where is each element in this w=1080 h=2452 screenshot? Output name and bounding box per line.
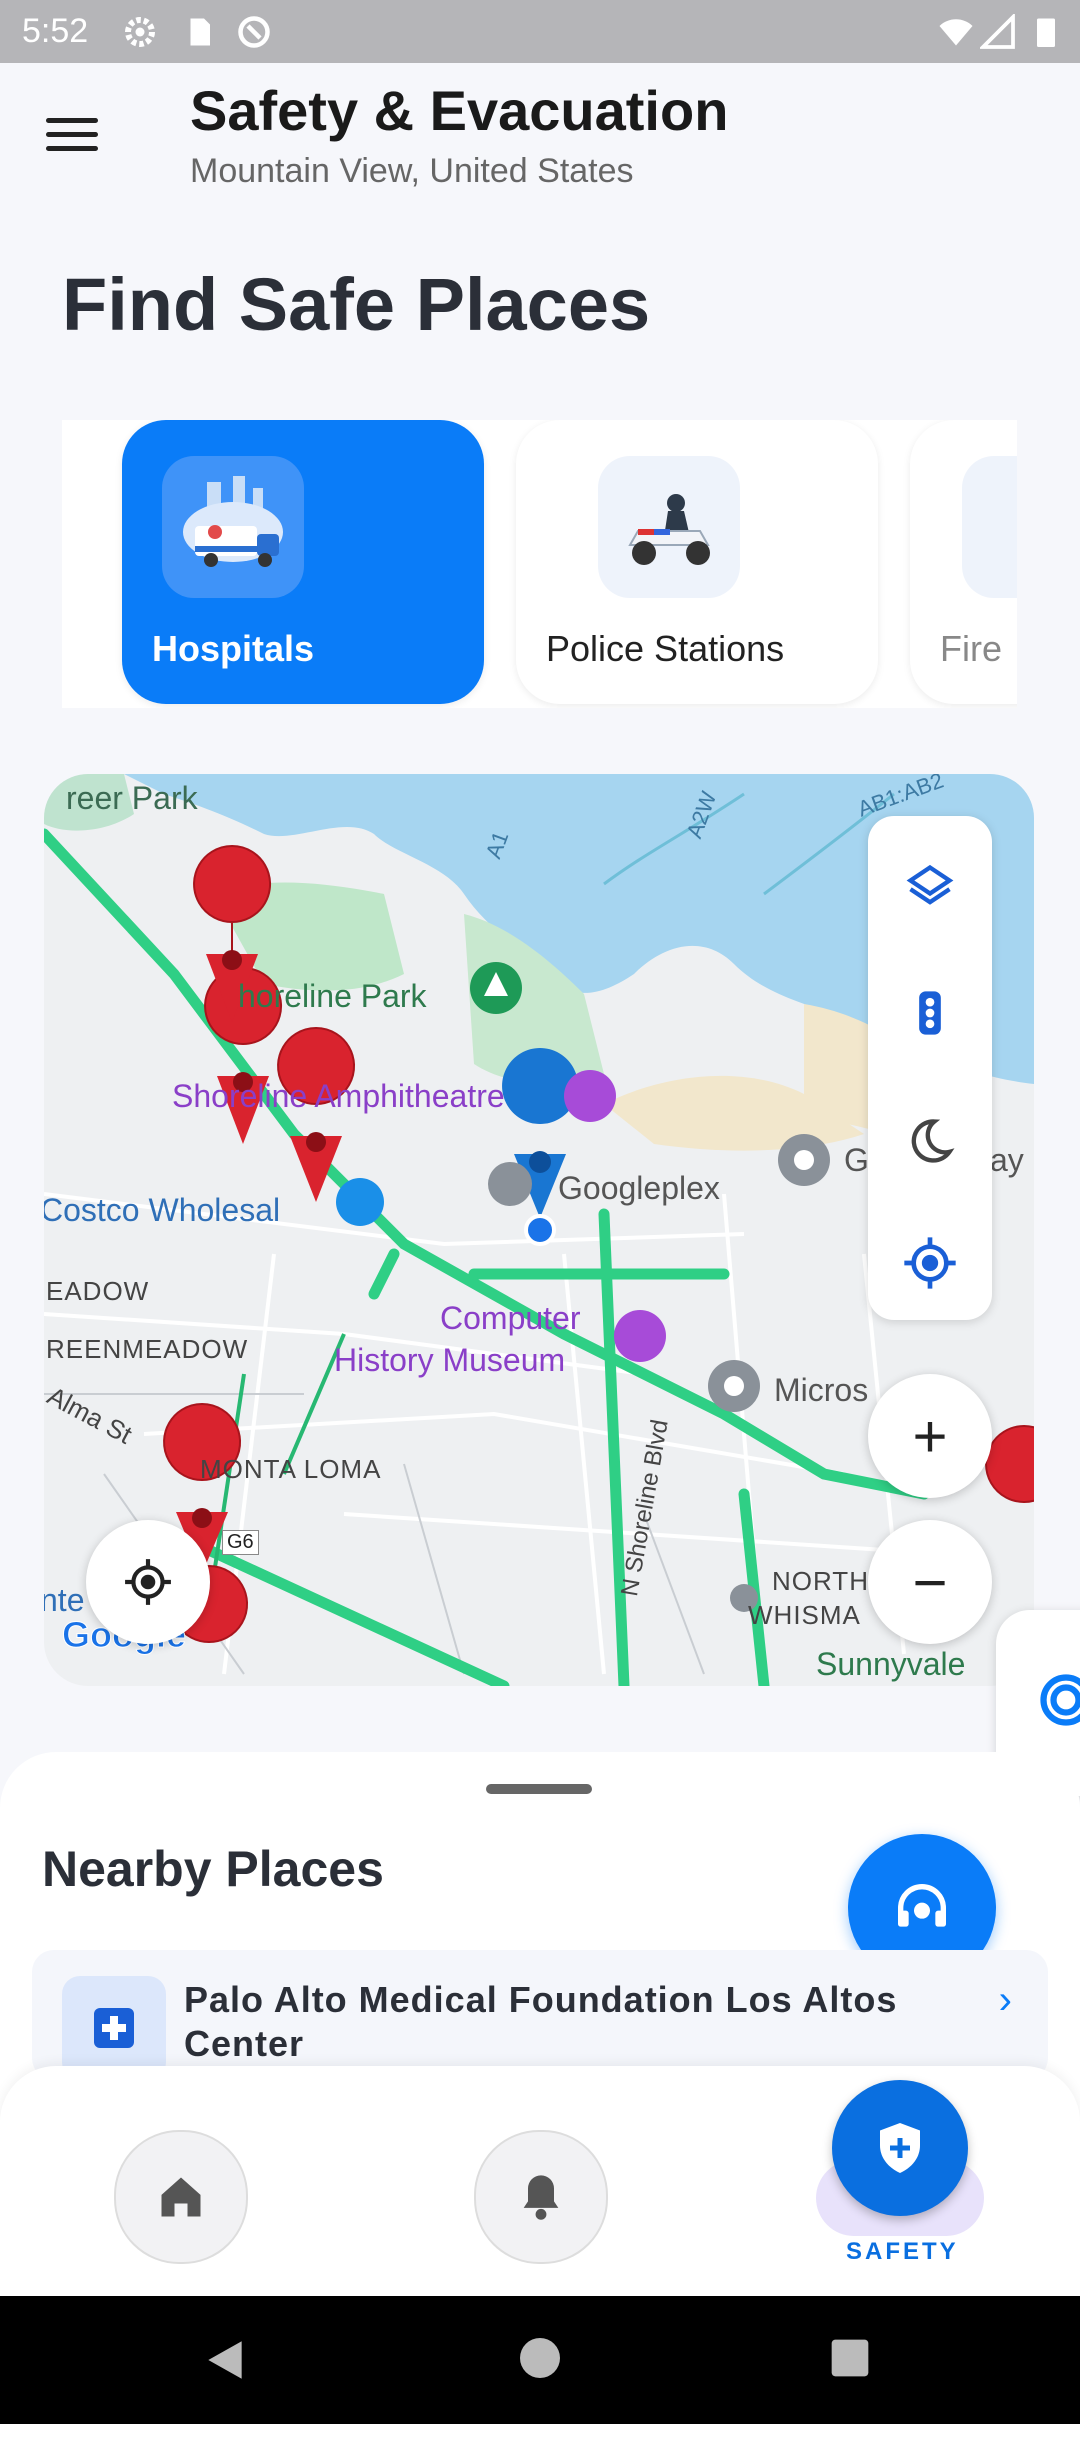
- category-hospitals[interactable]: Hospitals: [122, 420, 484, 704]
- map-label: EADOW: [46, 1276, 149, 1307]
- map-label: History Museum: [334, 1342, 565, 1379]
- map-label: ay: [990, 1142, 1024, 1179]
- recenter-button[interactable]: [86, 1520, 210, 1644]
- traffic-icon[interactable]: [895, 978, 965, 1048]
- bell-icon: [515, 2171, 567, 2223]
- nav-safety[interactable]: [832, 2080, 968, 2216]
- layers-icon[interactable]: [895, 852, 965, 922]
- settings-icon: [122, 14, 158, 50]
- zoom-out-button[interactable]: −: [868, 1520, 992, 1644]
- map-label: NORTH: [772, 1566, 869, 1597]
- headset-icon: [890, 1876, 954, 1940]
- map-label: MONTA LOMA: [200, 1454, 381, 1485]
- map-label: Micros: [774, 1372, 868, 1409]
- fire-station-icon: [962, 456, 1017, 598]
- map-label: Costco Wholesal: [44, 1192, 280, 1229]
- back-icon[interactable]: [200, 2330, 250, 2390]
- map-label: Googleplex: [558, 1170, 720, 1207]
- menu-icon[interactable]: [46, 118, 98, 158]
- chevron-right-icon[interactable]: ›: [999, 1978, 1012, 2023]
- map-label: REENMEADOW: [46, 1334, 248, 1365]
- hero-title: Find Safe Places: [62, 262, 650, 347]
- page-title: Safety & Evacuation: [190, 78, 728, 143]
- police-motorcycle-icon: [598, 456, 740, 598]
- map-controls-panel: [868, 816, 992, 1320]
- map-label: reer Park: [66, 780, 198, 817]
- category-label: Fire: [940, 628, 1002, 670]
- map-label: Sunnyvale: [816, 1646, 965, 1683]
- category-carousel[interactable]: Hospitals Police Stations Fire: [62, 420, 1017, 708]
- medical-cross-icon: [62, 1976, 166, 2080]
- map-label: Computer: [440, 1300, 581, 1337]
- status-bar: 5:52: [0, 0, 1080, 63]
- location-subtitle: Mountain View, United States: [190, 152, 634, 191]
- home-icon: [155, 2171, 207, 2223]
- zoom-in-button[interactable]: +: [868, 1374, 992, 1498]
- drag-handle[interactable]: [486, 1784, 592, 1794]
- night-mode-icon[interactable]: [895, 1106, 965, 1176]
- crosshair-icon: [123, 1557, 173, 1607]
- category-fire[interactable]: Fire: [910, 420, 1017, 704]
- nav-notifications[interactable]: [474, 2130, 608, 2264]
- category-police-stations[interactable]: Police Stations: [516, 420, 878, 704]
- battery-icon: [1028, 14, 1064, 50]
- nav-safety-label: SAFETY: [846, 2238, 959, 2266]
- nav-home[interactable]: [114, 2130, 248, 2264]
- map-label: WHISMA: [748, 1600, 861, 1631]
- map-label: Shoreline Amphitheatre: [172, 1078, 505, 1115]
- map-label: horeline Park: [238, 978, 427, 1015]
- nearby-title: Nearby Places: [42, 1840, 384, 1898]
- ambulance-icon: [162, 456, 304, 598]
- signal-icon: [980, 14, 1016, 50]
- category-label: Hospitals: [152, 628, 314, 670]
- map-label: G: [844, 1142, 869, 1179]
- map-label: G6: [222, 1530, 259, 1555]
- system-navigation-bar: [0, 2296, 1080, 2424]
- wifi-icon: [938, 14, 974, 50]
- recents-icon[interactable]: [828, 2336, 872, 2380]
- shield-icon: [870, 2118, 930, 2178]
- category-label: Police Stations: [546, 628, 784, 670]
- home-circle-icon[interactable]: [516, 2334, 564, 2382]
- place-item[interactable]: Palo Alto Medical Foundation Los Altos C…: [32, 1950, 1048, 2080]
- sd-card-icon: [180, 14, 216, 50]
- status-time: 5:52: [22, 12, 88, 51]
- my-location-icon[interactable]: [895, 1228, 965, 1298]
- radar-icon: [1036, 1670, 1080, 1730]
- place-name: Palo Alto Medical Foundation Los Altos C…: [184, 1978, 964, 2066]
- data-saver-icon: [236, 14, 272, 50]
